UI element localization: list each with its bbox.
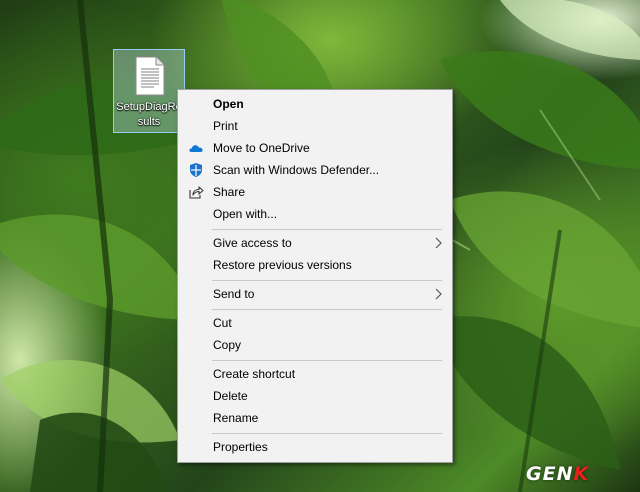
menu-item-label: Properties [213,440,268,454]
desktop-file-item[interactable]: SetupDiagResults [113,49,185,133]
menu-item-scan-defender[interactable]: Scan with Windows Defender... [179,159,451,181]
menu-item-open[interactable]: Open [179,93,451,115]
desktop-file-name: SetupDiagResults [116,101,182,128]
onedrive-cloud-icon [189,145,203,152]
text-document-icon [135,56,165,96]
menu-item-label: Rename [213,411,259,425]
menu-item-give-access-to[interactable]: Give access to [179,232,451,254]
menu-item-send-to[interactable]: Send to [179,283,451,305]
menu-separator [212,309,442,310]
menu-item-move-to-onedrive[interactable]: Move to OneDrive [179,137,451,159]
share-icon [189,186,204,199]
menu-item-print[interactable]: Print [179,115,451,137]
menu-item-label: Cut [213,316,232,330]
menu-item-copy[interactable]: Copy [179,334,451,356]
menu-item-create-shortcut[interactable]: Create shortcut [179,363,451,385]
menu-item-delete[interactable]: Delete [179,385,451,407]
menu-item-cut[interactable]: Cut [179,312,451,334]
menu-item-label: Scan with Windows Defender... [213,163,380,177]
menu-item-properties[interactable]: Properties [179,436,451,458]
genk-watermark-logo: GENK [526,463,589,485]
menu-item-share[interactable]: Share [179,181,451,203]
menu-item-label: Open with... [213,207,278,221]
watermark-text-main: GEN [526,463,574,485]
chevron-right-icon [435,237,442,249]
menu-item-label: Share [213,185,246,199]
menu-item-rename[interactable]: Rename [179,407,451,429]
menu-item-label: Move to OneDrive [213,141,310,155]
menu-separator [212,360,442,361]
menu-separator [212,280,442,281]
menu-item-label: Send to [213,287,255,301]
menu-item-label: Create shortcut [213,367,296,381]
menu-item-label: Copy [213,338,242,352]
watermark-text-accent: K [573,463,590,485]
context-menu: Open Print Move to OneDrive Scan with Wi… [177,89,453,463]
menu-separator [212,229,442,230]
menu-item-label: Open [213,97,244,111]
menu-item-label: Delete [213,389,248,403]
menu-item-label: Restore previous versions [213,258,352,272]
menu-item-label: Print [213,119,238,133]
menu-item-restore-previous-versions[interactable]: Restore previous versions [179,254,451,276]
windows-defender-shield-icon [190,163,202,177]
menu-item-label: Give access to [213,236,292,250]
chevron-right-icon [435,288,442,300]
menu-item-open-with[interactable]: Open with... [179,203,451,225]
menu-separator [212,433,442,434]
